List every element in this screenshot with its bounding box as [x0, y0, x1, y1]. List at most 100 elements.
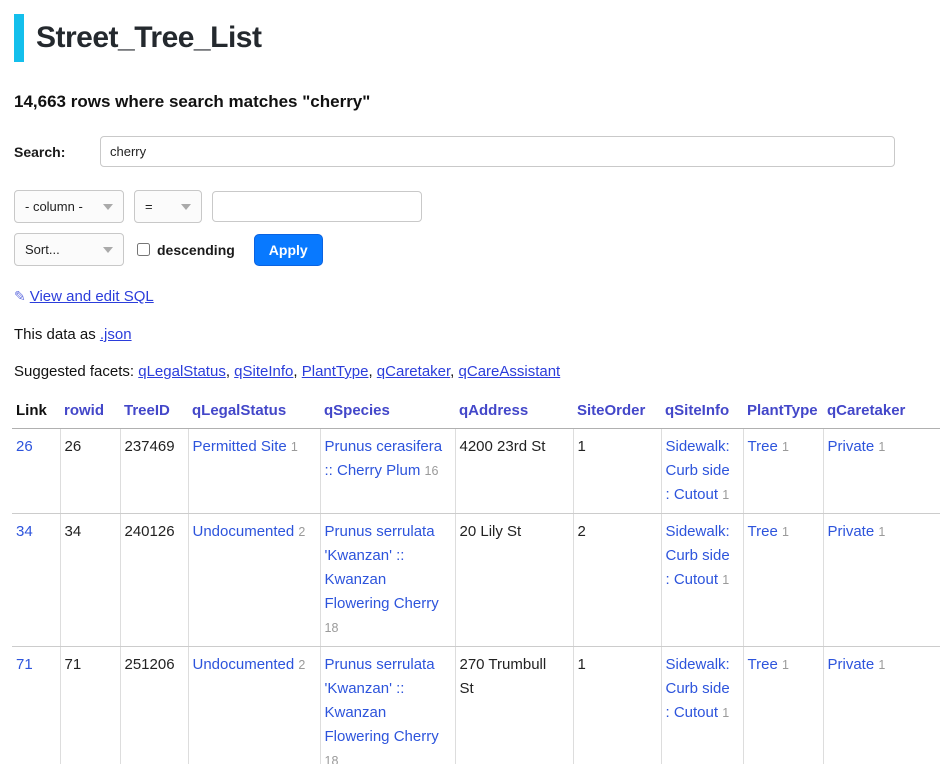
facet-value-link[interactable]: Private [828, 438, 875, 455]
descending-checkbox[interactable] [137, 243, 150, 256]
operator-select[interactable]: = [134, 190, 202, 223]
cell-qspecies: Prunus serrulata 'Kwanzan' :: Kwanzan Fl… [320, 647, 455, 764]
facet-value-link[interactable]: Undocumented [193, 523, 295, 540]
facet-value-link[interactable]: Prunus serrulata 'Kwanzan' :: Kwanzan Fl… [325, 656, 439, 745]
accent-bar [14, 14, 24, 62]
facet-count: 1 [782, 525, 789, 539]
view-edit-sql-link[interactable]: View and edit SQL [30, 288, 154, 305]
facet-value-link[interactable]: Tree [748, 656, 778, 673]
sort-row: Sort... descending Apply [14, 233, 926, 266]
facet-value-link[interactable]: Private [828, 656, 875, 673]
sql-link-line: ✎View and edit SQL [14, 288, 926, 305]
header-rowid: rowid [60, 398, 120, 429]
sort-by-planttype[interactable]: PlantType [747, 402, 818, 419]
facet-value-link[interactable]: Prunus serrulata 'Kwanzan' :: Kwanzan Fl… [325, 523, 439, 612]
facet-count: 1 [878, 525, 885, 539]
facet-count: 1 [722, 706, 729, 720]
facet-count: 1 [722, 488, 729, 502]
facet-value-link[interactable]: Tree [748, 438, 778, 455]
operator-select-value: = [145, 199, 153, 214]
page-header: Street_Tree_List [14, 14, 940, 62]
facet-link-qcaretaker[interactable]: qCaretaker [377, 363, 450, 380]
facet-count: 1 [782, 658, 789, 672]
results-table: Link rowid TreeID qLegalStatus qSpecies … [12, 398, 940, 764]
facet-count: 1 [722, 573, 729, 587]
search-input[interactable] [100, 136, 895, 167]
facet-list: qLegalStatus qSiteInfo PlantType qCaretaker… [138, 363, 560, 380]
data-as-prefix: This data as [14, 326, 100, 343]
facet-value-link[interactable]: Tree [748, 523, 778, 540]
header-planttype: PlantType [743, 398, 823, 429]
facet-link-qcareassistant[interactable]: qCareAssistant [459, 363, 561, 380]
filter-value-input[interactable] [212, 191, 422, 222]
facet-count: 18 [325, 621, 339, 635]
cell-link: 71 [12, 647, 60, 764]
sort-select[interactable]: Sort... [14, 233, 124, 266]
cell-link: 26 [12, 429, 60, 514]
column-select[interactable]: - column - [14, 190, 124, 223]
cell-rowid: 34 [60, 514, 120, 647]
facet-link-qlegalstatus[interactable]: qLegalStatus [138, 363, 226, 380]
facets-prefix: Suggested facets: [14, 363, 138, 380]
table-row: 26 26 237469 Permitted Site 1 Prunus cer… [12, 429, 940, 514]
search-label: Search: [14, 144, 100, 160]
row-link[interactable]: 26 [16, 438, 33, 455]
facet-value-link[interactable]: Undocumented [193, 656, 295, 673]
table-row: 71 71 251206 Undocumented 2 Prunus serru… [12, 647, 940, 764]
facet-link-planttype[interactable]: PlantType [302, 363, 369, 380]
data-export-line: This data as .json [14, 326, 926, 343]
facet-count: 18 [325, 754, 339, 764]
sort-by-rowid[interactable]: rowid [64, 402, 104, 419]
cell-rowid: 71 [60, 647, 120, 764]
facet-count: 1 [878, 440, 885, 454]
pencil-icon: ✎ [14, 288, 26, 304]
facet-link-qsiteinfo[interactable]: qSiteInfo [234, 363, 293, 380]
sort-by-qspecies[interactable]: qSpecies [324, 402, 390, 419]
row-link[interactable]: 34 [16, 523, 33, 540]
cell-planttype: Tree 1 [743, 514, 823, 647]
cell-planttype: Tree 1 [743, 429, 823, 514]
facet-value-link[interactable]: Sidewalk: Curb side : Cutout [666, 438, 730, 503]
table-row: 34 34 240126 Undocumented 2 Prunus serru… [12, 514, 940, 647]
cell-qaddress: 4200 23rd St [455, 429, 573, 514]
facet-value-link[interactable]: Private [828, 523, 875, 540]
sort-by-treeid[interactable]: TreeID [124, 402, 170, 419]
facet-count: 16 [425, 464, 439, 478]
facet-value-link[interactable]: Sidewalk: Curb side : Cutout [666, 523, 730, 588]
header-qsiteinfo: qSiteInfo [661, 398, 743, 429]
cell-qcaretaker: Private 1 [823, 429, 940, 514]
facet-count: 1 [291, 440, 298, 454]
row-link[interactable]: 71 [16, 656, 33, 673]
chevron-down-icon [103, 247, 113, 253]
apply-button[interactable]: Apply [254, 234, 323, 266]
sort-by-qlegalstatus[interactable]: qLegalStatus [192, 402, 286, 419]
cell-treeid: 240126 [120, 514, 188, 647]
cell-qlegalstatus: Undocumented 2 [188, 514, 320, 647]
sort-by-qcaretaker[interactable]: qCaretaker [827, 402, 905, 419]
header-qlegalstatus: qLegalStatus [188, 398, 320, 429]
sort-by-qsiteinfo[interactable]: qSiteInfo [665, 402, 729, 419]
cell-link: 34 [12, 514, 60, 647]
cell-qlegalstatus: Undocumented 2 [188, 647, 320, 764]
cell-qspecies: Prunus cerasifera :: Cherry Plum 16 [320, 429, 455, 514]
header-qcaretaker: qCaretaker [823, 398, 940, 429]
cell-qaddress: 270 Trumbull St [455, 647, 573, 764]
sort-by-qaddress[interactable]: qAddress [459, 402, 528, 419]
json-link[interactable]: .json [100, 326, 132, 343]
facet-value-link[interactable]: Sidewalk: Curb side : Cutout [666, 656, 730, 721]
cell-siteorder: 1 [573, 429, 661, 514]
cell-rowid: 26 [60, 429, 120, 514]
sort-by-siteorder[interactable]: SiteOrder [577, 402, 645, 419]
header-treeid: TreeID [120, 398, 188, 429]
facet-count: 2 [298, 658, 305, 672]
filter-row: - column - = [14, 190, 926, 223]
search-row: Search: [14, 136, 926, 167]
cell-qsiteinfo: Sidewalk: Curb side : Cutout 1 [661, 514, 743, 647]
facet-count: 1 [782, 440, 789, 454]
descending-label: descending [157, 242, 235, 258]
cell-treeid: 251206 [120, 647, 188, 764]
cell-planttype: Tree 1 [743, 647, 823, 764]
facet-value-link[interactable]: Permitted Site [193, 438, 287, 455]
chevron-down-icon [181, 204, 191, 210]
header-qaddress: qAddress [455, 398, 573, 429]
